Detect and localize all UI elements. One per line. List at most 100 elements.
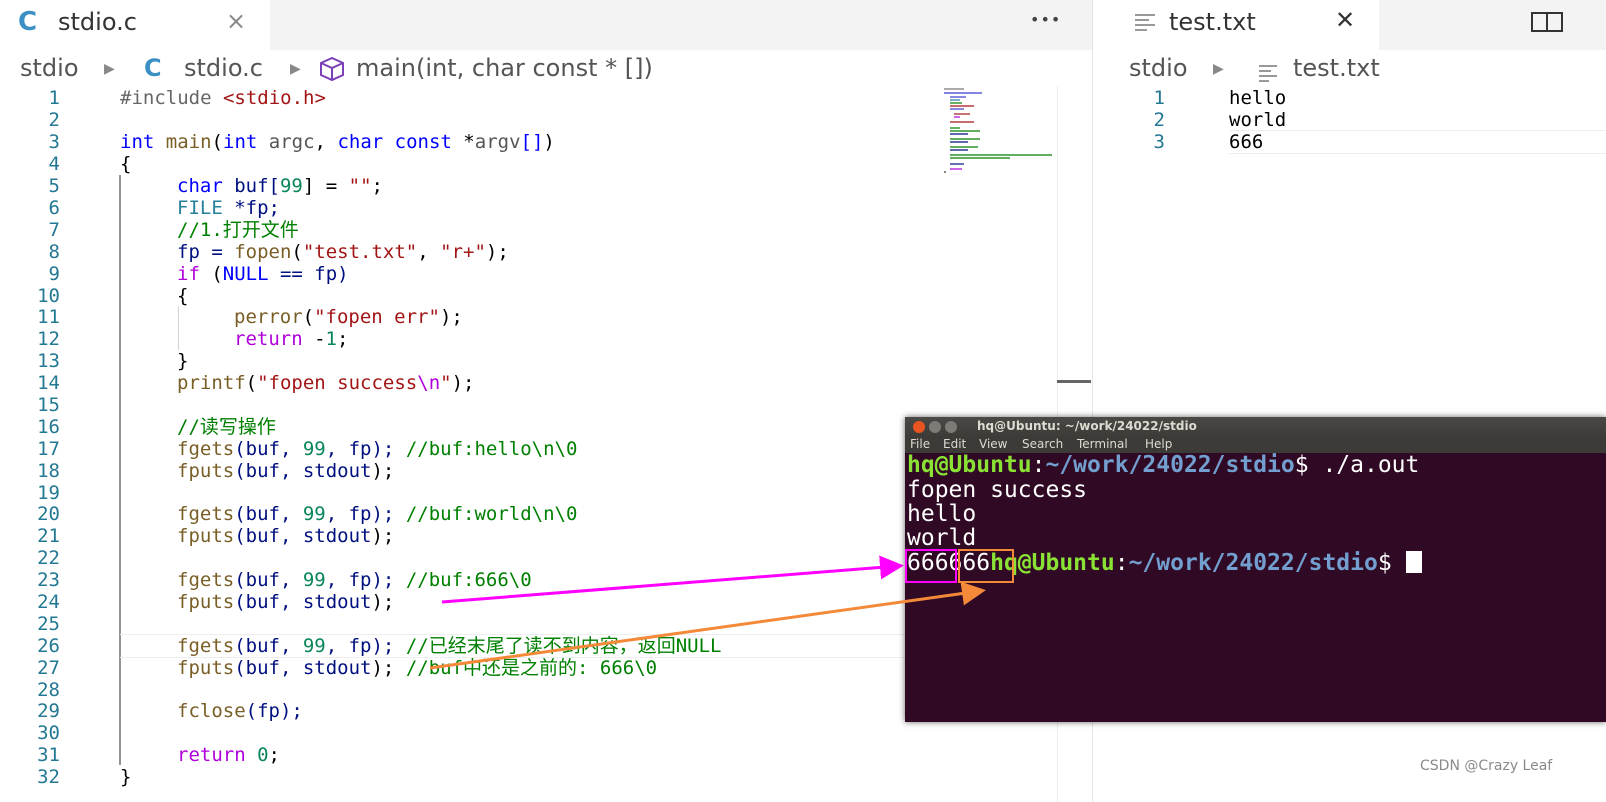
code-comment[interactable]: //1.打开文件 (177, 219, 299, 241)
text-line[interactable]: hello (1229, 87, 1286, 109)
code-line[interactable]: return 0; (177, 744, 280, 766)
menu-terminal[interactable]: Terminal (1077, 437, 1128, 451)
code-line[interactable]: fgets(buf, 99, fp); //buf:666\0 (177, 569, 532, 591)
code-line[interactable]: #include <stdio.h> (120, 87, 326, 109)
close-icon[interactable]: ✕ (1335, 6, 1355, 34)
terminal-cursor (1405, 551, 1422, 573)
current-line-highlight (1229, 130, 1606, 154)
code-line[interactable]: perror("fopen err"); (234, 306, 463, 328)
close-window-icon[interactable] (913, 421, 925, 433)
cube-symbol-icon (318, 56, 346, 88)
line-number: 9 (48, 263, 60, 285)
tab-stdio-c[interactable]: C stdio.c × (0, 0, 270, 50)
line-number: 14 (37, 372, 60, 394)
code-comment[interactable]: //读写操作 (177, 416, 276, 438)
scrollbar-thumb[interactable] (1057, 380, 1091, 383)
right-tab-bar: test.txt ✕ (1093, 0, 1606, 50)
code-line[interactable]: char buf[99] = ""; (177, 175, 383, 197)
menu-edit[interactable]: Edit (943, 437, 966, 451)
terminal-window[interactable]: hq@Ubuntu: ~/work/24022/stdio File Edit … (905, 417, 1606, 722)
line-number: 2 (48, 109, 60, 131)
chevron-right-icon: ▶ (1213, 61, 1224, 77)
chevron-right-icon: ▶ (290, 61, 301, 77)
line-number: 31 (37, 744, 60, 766)
line-number: 3 (1153, 131, 1165, 153)
text-file-icon (1257, 60, 1279, 88)
terminal-menu-bar: File Edit View Search Terminal Help (905, 437, 1606, 453)
highlight-box-first-666 (905, 549, 957, 583)
terminal-prompt-line: hq@Ubuntu:~/work/24022/stdio$ ./a.out (907, 452, 1420, 478)
tab-label: stdio.c (58, 8, 137, 36)
minimize-window-icon[interactable] (929, 421, 941, 433)
breadcrumb-folder[interactable]: stdio (1129, 54, 1188, 82)
close-icon[interactable]: × (226, 7, 246, 35)
line-number: 25 (37, 613, 60, 635)
menu-search[interactable]: Search (1022, 437, 1063, 451)
menu-file[interactable]: File (910, 437, 930, 451)
menu-help[interactable]: Help (1145, 437, 1172, 451)
line-number: 15 (37, 394, 60, 416)
terminal-title-bar[interactable]: hq@Ubuntu: ~/work/24022/stdio (905, 417, 1606, 437)
c-file-icon: C (18, 7, 38, 37)
code-line[interactable]: fputs(buf, stdout); (177, 591, 394, 613)
code-line[interactable]: fp = fopen("test.txt", "r+"); (177, 241, 509, 263)
line-number: 8 (48, 241, 60, 263)
breadcrumb: stdio ▶ test.txt (1093, 50, 1606, 88)
code-line[interactable]: FILE *fp; (177, 197, 280, 219)
code-line[interactable]: printf("fopen success\n"); (177, 372, 474, 394)
minimap[interactable] (940, 86, 1058, 186)
indent-guide (119, 175, 121, 765)
line-number: 30 (37, 722, 60, 744)
code-line[interactable]: fputs(buf, stdout); (177, 525, 394, 547)
breadcrumb-file[interactable]: stdio.c (184, 54, 263, 82)
line-number: 17 (37, 438, 60, 460)
line-number: 1 (1153, 87, 1165, 109)
code-line[interactable]: fputs(buf, stdout); //buf中还是之前的: 666\0 (177, 657, 657, 679)
code-line[interactable]: } (177, 350, 188, 372)
line-number: 13 (37, 350, 60, 372)
code-line[interactable]: fputs(buf, stdout); (177, 460, 394, 482)
split-editor-icon[interactable] (1531, 12, 1563, 36)
line-number: 23 (37, 569, 60, 591)
breadcrumb-folder[interactable]: stdio (20, 54, 79, 82)
code-line[interactable]: fclose(fp); (177, 700, 303, 722)
code-line[interactable]: } (120, 766, 131, 788)
code-line[interactable]: return -1; (234, 328, 348, 350)
line-number: 12 (37, 328, 60, 350)
line-number: 2 (1153, 109, 1165, 131)
line-number: 10 (37, 285, 60, 307)
code-line[interactable]: { (177, 285, 188, 307)
line-number: 19 (37, 482, 60, 504)
breadcrumb: stdio ▶ C stdio.c ▶ main(int, char const… (0, 50, 1092, 88)
line-number: 16 (37, 416, 60, 438)
text-line[interactable]: 666 (1229, 131, 1263, 153)
text-file-icon (1133, 12, 1157, 36)
c-file-icon: C (144, 54, 162, 82)
code-line[interactable]: fgets(buf, 99, fp); //buf:hello\n\0 (177, 438, 577, 460)
line-number: 27 (37, 657, 60, 679)
menu-view[interactable]: View (979, 437, 1007, 451)
line-number: 4 (48, 153, 60, 175)
breadcrumb-symbol[interactable]: main(int, char const * []) (356, 54, 653, 82)
line-number: 20 (37, 503, 60, 525)
terminal-output-line: fopen success (907, 477, 1088, 503)
indent-guide (178, 306, 179, 350)
code-line[interactable]: fgets(buf, 99, fp); //已经末尾了读不到内容，返回NULL (177, 635, 721, 657)
line-number: 29 (37, 700, 60, 722)
maximize-window-icon[interactable] (945, 421, 957, 433)
more-actions-icon[interactable]: ••• (1030, 10, 1061, 29)
line-number: 28 (37, 679, 60, 701)
breadcrumb-file[interactable]: test.txt (1293, 54, 1380, 82)
terminal-output-line: world (907, 525, 977, 551)
tab-test-txt[interactable]: test.txt ✕ (1093, 0, 1379, 50)
tab-label: test.txt (1169, 8, 1256, 36)
code-line[interactable]: { (120, 153, 131, 175)
code-line[interactable]: fgets(buf, 99, fp); //buf:world\n\0 (177, 503, 577, 525)
line-number: 24 (37, 591, 60, 613)
code-line[interactable]: int main(int argc, char const *argv[]) (120, 131, 555, 153)
text-line[interactable]: world (1229, 109, 1286, 131)
line-number: 21 (37, 525, 60, 547)
chevron-right-icon: ▶ (104, 61, 115, 77)
code-line[interactable]: if (NULL == fp) (177, 263, 349, 285)
line-number: 6 (48, 197, 60, 219)
